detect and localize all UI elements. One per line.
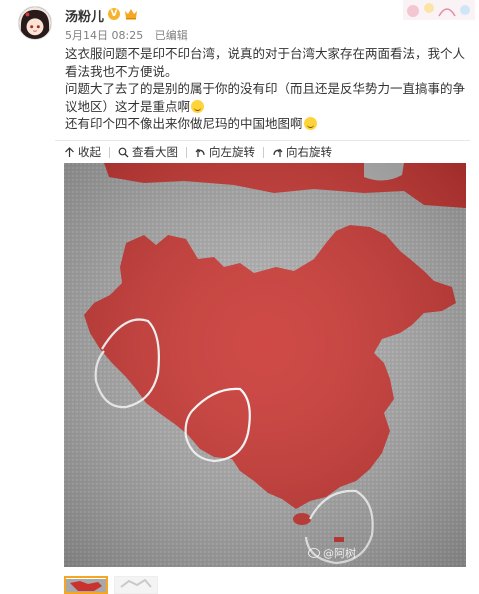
view-large-label: 查看大图	[132, 145, 178, 159]
toolbar-separator	[109, 146, 110, 158]
edited-label: 已编辑	[154, 29, 188, 42]
arrow-up-icon	[65, 146, 74, 157]
toolbar-separator	[263, 146, 264, 158]
tshirt-photo	[64, 163, 466, 567]
laughing-emoji-icon	[191, 99, 205, 113]
avatar[interactable]	[18, 6, 52, 40]
post-line-3: 还有印个四不像出来你做尼玛的中国地图啊	[65, 115, 470, 133]
rotate-right-icon	[273, 148, 283, 157]
post-text: 这衣服问题不是印不印台湾，说真的对于台湾大家存在两面看法，我个人看法我也不方便说…	[65, 45, 470, 133]
view-large-button[interactable]: 查看大图	[118, 144, 178, 160]
thumbnail-2[interactable]	[114, 576, 158, 594]
rotate-left-icon	[195, 148, 205, 157]
crown-icon	[125, 9, 137, 20]
thumbnail-1[interactable]	[64, 576, 108, 594]
rotate-left-button[interactable]: 向左旋转	[195, 144, 255, 160]
post-line-1: 这衣服问题不是印不印台湾，说真的对于台湾大家存在两面看法，我个人看法我也不方便说…	[65, 46, 466, 79]
toolbar-divider	[55, 140, 470, 141]
post-image[interactable]: @阿树	[64, 163, 466, 567]
magnifier-icon	[118, 147, 129, 157]
rotate-right-label: 向右旋转	[286, 145, 332, 159]
post-date[interactable]: 5月14日 08:25	[65, 29, 143, 42]
post-meta: 5月14日 08:25 已编辑	[65, 27, 196, 43]
image-watermark: @阿树	[308, 545, 356, 561]
watermark-text: @阿树	[323, 547, 356, 560]
header-decoration-icon	[403, 0, 475, 20]
post-line-2: 问题大了去了的是别的属于你的没有印（而且还是反华势力一直搞事的争议地区）这才是重…	[65, 80, 470, 115]
image-toolbar: 收起 查看大图 向左旋转 向右旋转	[64, 143, 332, 161]
username[interactable]: 汤粉儿	[65, 6, 104, 25]
weibo-logo-icon	[308, 548, 320, 558]
toolbar-separator	[186, 146, 187, 158]
post-line-3-text: 还有印个四不像出来你做尼玛的中国地图啊	[65, 116, 303, 131]
laughing-emoji-icon	[303, 117, 317, 130]
thumbnail-strip	[64, 576, 158, 594]
post-line-2-text: 问题大了去了的是别的属于你的没有印（而且还是反华势力一直搞事的争议地区）这才是重…	[65, 81, 466, 114]
collapse-button[interactable]: 收起	[64, 144, 101, 160]
rotate-right-button[interactable]: 向右旋转	[272, 144, 332, 160]
verified-badge-icon: V	[108, 8, 120, 20]
collapse-label: 收起	[78, 145, 101, 159]
rotate-left-label: 向左旋转	[209, 145, 255, 159]
